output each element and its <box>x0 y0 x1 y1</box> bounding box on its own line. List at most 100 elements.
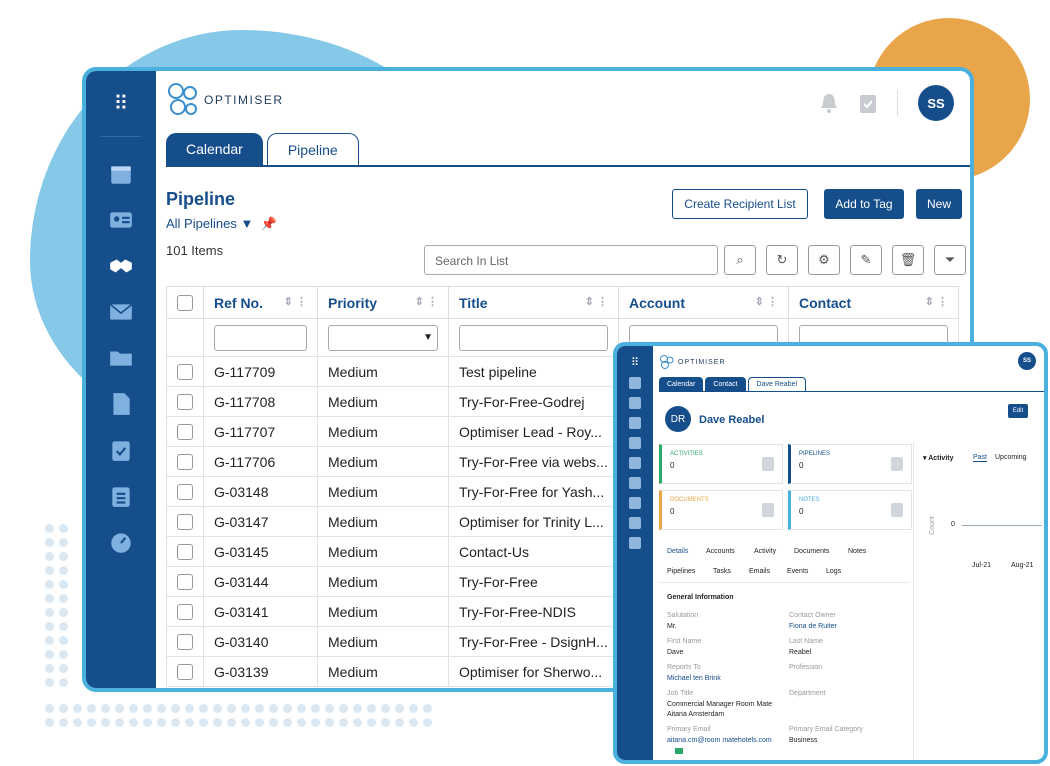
popup-list-icon[interactable] <box>629 517 641 529</box>
add-to-tag-button[interactable]: Add to Tag <box>824 189 904 219</box>
sort-icon[interactable]: ⇕ ⋮ <box>284 295 307 308</box>
column-header-ref[interactable]: Ref No. ⇕ ⋮ <box>203 286 318 319</box>
detail-tab-details[interactable]: Details <box>667 548 688 555</box>
row-checkbox[interactable] <box>177 664 193 681</box>
column-header-title[interactable]: Title ⇕ ⋮ <box>448 286 619 319</box>
row-checkbox[interactable] <box>177 394 193 411</box>
sort-icon[interactable]: ⇕ ⋮ <box>585 295 608 308</box>
row-checkbox[interactable] <box>177 604 193 621</box>
popup-calendar-icon[interactable] <box>629 377 641 389</box>
row-checkbox[interactable] <box>177 364 193 381</box>
title-cell[interactable]: Optimiser for Sherwo... <box>448 656 619 687</box>
popup-tab-dave-reabel[interactable]: Dave Reabel <box>747 377 807 391</box>
ref-cell[interactable]: G-117708 <box>203 386 318 417</box>
popup-apps-grid-icon[interactable]: ⠿ <box>631 356 639 369</box>
create-recipient-list-button[interactable]: Create Recipient List <box>672 189 808 219</box>
row-checkbox[interactable] <box>177 574 193 591</box>
handshake-icon[interactable] <box>86 243 156 289</box>
ref-cell[interactable]: G-117709 <box>203 356 318 387</box>
calendar-icon[interactable] <box>86 151 156 197</box>
ref-cell[interactable]: G-03144 <box>203 566 318 597</box>
ref-cell[interactable]: G-117706 <box>203 446 318 477</box>
row-checkbox[interactable] <box>177 514 193 531</box>
title-cell[interactable]: Try-For-Free via webs... <box>448 446 619 477</box>
popup-dashboard-icon[interactable] <box>629 537 641 549</box>
title-cell[interactable]: Contact-Us <box>448 536 619 567</box>
user-avatar[interactable]: SS <box>918 85 954 121</box>
row-checkbox[interactable] <box>177 454 193 471</box>
send-email-icon[interactable] <box>675 748 683 754</box>
ref-cell[interactable]: G-03147 <box>203 506 318 537</box>
ref-cell[interactable]: G-03139 <box>203 656 318 687</box>
pipeline-filter-dropdown[interactable]: All Pipelines ▼ 📌 <box>166 216 277 232</box>
edit-button[interactable]: Edit <box>1008 404 1028 418</box>
edit-icon[interactable]: ✎ <box>850 245 882 275</box>
row-checkbox[interactable] <box>177 544 193 561</box>
settings-gear-icon[interactable]: ⚙ <box>808 245 840 275</box>
activity-past-tab[interactable]: Past <box>973 454 988 462</box>
mail-icon[interactable] <box>86 289 156 335</box>
detail-tab-documents[interactable]: Documents <box>794 548 829 555</box>
task-clipboard-icon[interactable] <box>86 427 156 473</box>
ref-cell[interactable]: G-03148 <box>203 476 318 507</box>
search-icon[interactable]: ⌕ <box>724 245 756 275</box>
new-button[interactable]: New <box>916 189 962 219</box>
card-notes[interactable]: NOTES 0 <box>788 490 912 530</box>
popup-handshake-icon[interactable] <box>629 417 641 429</box>
sort-icon[interactable]: ⇕ ⋮ <box>415 295 438 308</box>
detail-tab-pipelines[interactable]: Pipelines <box>667 568 695 575</box>
contact-card-icon[interactable] <box>86 197 156 243</box>
sort-icon[interactable]: ⇕ ⋮ <box>755 295 778 308</box>
popup-mail-icon[interactable] <box>629 437 641 449</box>
refresh-icon[interactable]: ↻ <box>766 245 798 275</box>
title-cell[interactable]: Try-For-Free for Yash... <box>448 476 619 507</box>
bell-icon[interactable] <box>819 92 839 114</box>
document-icon[interactable] <box>86 381 156 427</box>
apps-grid-icon[interactable]: ⠿ <box>114 91 129 116</box>
card-pipelines[interactable]: PIPELINES 0 <box>788 444 912 484</box>
popup-folder-icon[interactable] <box>629 457 641 469</box>
title-cell[interactable]: Optimiser for Trinity L... <box>448 506 619 537</box>
ref-cell[interactable]: G-03145 <box>203 536 318 567</box>
popup-contact-icon[interactable] <box>629 397 641 409</box>
detail-tab-notes[interactable]: Notes <box>848 548 866 555</box>
detail-tab-tasks[interactable]: Tasks <box>713 568 731 575</box>
tab-calendar[interactable]: Calendar <box>166 133 263 165</box>
detail-tab-accounts[interactable]: Accounts <box>706 548 735 555</box>
folder-icon[interactable] <box>86 335 156 381</box>
dashboard-gauge-icon[interactable] <box>86 519 156 565</box>
ref-cell[interactable]: G-03141 <box>203 596 318 627</box>
priority-filter-select[interactable]: ▼ <box>328 324 438 351</box>
title-cell[interactable]: Try-For-Free-NDIS <box>448 596 619 627</box>
title-filter-input[interactable] <box>459 324 608 351</box>
row-checkbox[interactable] <box>177 634 193 651</box>
detail-tab-logs[interactable]: Logs <box>826 568 841 575</box>
ref-filter-input[interactable] <box>214 324 307 351</box>
card-activities[interactable]: ACTIVITIES 0 <box>659 444 783 484</box>
owner-value[interactable]: Fiona de Ruiter <box>789 623 837 630</box>
row-checkbox[interactable] <box>177 484 193 501</box>
select-all-checkbox[interactable] <box>177 295 193 312</box>
tab-pipeline[interactable]: Pipeline <box>266 133 359 165</box>
popup-document-icon[interactable] <box>629 477 641 489</box>
title-cell[interactable]: Test pipeline <box>448 356 619 387</box>
title-cell[interactable]: Try-For-Free-Godrej <box>448 386 619 417</box>
title-cell[interactable]: Try-For-Free <box>448 566 619 597</box>
sort-icon[interactable]: ⇕ ⋮ <box>925 295 948 308</box>
column-header-account[interactable]: Account ⇕ ⋮ <box>618 286 789 319</box>
card-documents[interactable]: DOCUMENTS 0 <box>659 490 783 530</box>
popup-user-avatar[interactable]: SS <box>1018 352 1036 370</box>
email-value[interactable]: aitana.cm@room matehotels.com <box>667 737 772 744</box>
popup-tab-contact[interactable]: Contact <box>705 377 746 391</box>
list-clipboard-icon[interactable] <box>86 473 156 519</box>
search-input[interactable]: Search In List <box>424 245 718 275</box>
filter-funnel-icon[interactable]: ⏷ <box>934 245 966 275</box>
task-clipboard-top-icon[interactable] <box>859 92 877 114</box>
popup-task-icon[interactable] <box>629 497 641 509</box>
ref-cell[interactable]: G-03140 <box>203 626 318 657</box>
row-checkbox[interactable] <box>177 424 193 441</box>
detail-tab-events[interactable]: Events <box>787 568 808 575</box>
reports-to-value[interactable]: Michael ten Brink <box>667 675 721 682</box>
ref-cell[interactable]: G-117707 <box>203 416 318 447</box>
column-header-contact[interactable]: Contact ⇕ ⋮ <box>788 286 959 319</box>
